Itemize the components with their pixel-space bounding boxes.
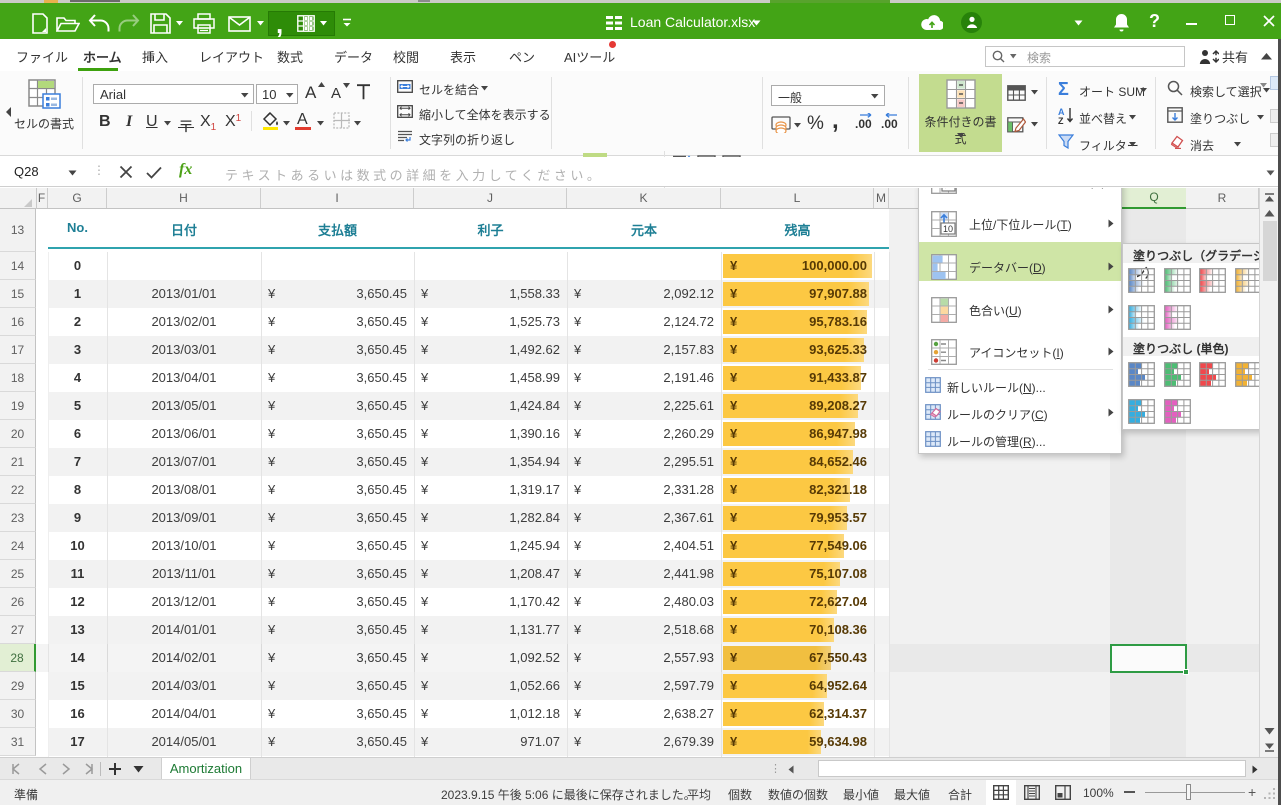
svg-text:.00: .00 [881, 117, 898, 131]
svg-text:10: 10 [943, 224, 953, 234]
svg-text:>: > [945, 188, 950, 191]
svg-text:Z: Z [1058, 116, 1064, 124]
svg-text:.00: .00 [855, 117, 872, 131]
